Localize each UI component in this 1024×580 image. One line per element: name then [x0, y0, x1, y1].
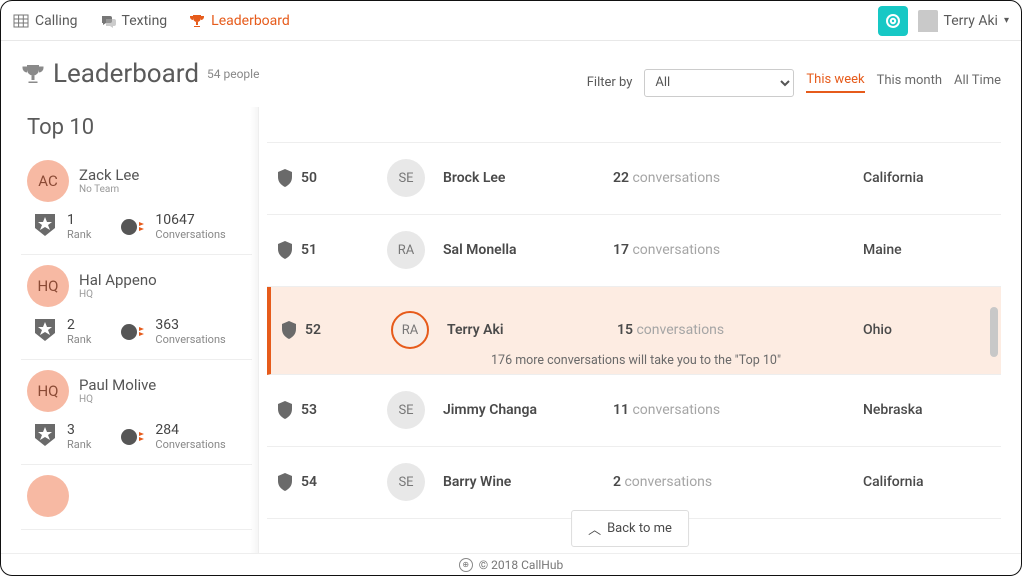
row-location: Nebraska: [863, 402, 983, 418]
chevron-down-icon: ▾: [1004, 15, 1009, 26]
footer: ⊕ © 2018 CallHub: [1, 553, 1021, 575]
row-location: California: [863, 170, 983, 186]
list-row[interactable]: 52 RA Terry Aki 15 conversations Ohio 17…: [267, 287, 1001, 375]
trophy-icon: [21, 62, 45, 86]
rank-cell: 52: [281, 321, 391, 339]
back-label: Back to me: [607, 521, 672, 536]
conversation-icon: [119, 320, 147, 344]
top10-card[interactable]: HQ Hal Appeno HQ 2Rank 363Conversations: [21, 255, 252, 360]
rank-badge-icon: [31, 317, 59, 347]
row-conversations: 15 conversations: [617, 322, 863, 338]
nav-calling[interactable]: Calling: [13, 13, 78, 29]
shield-icon: [277, 169, 293, 187]
nav-leaderboard[interactable]: Leaderboard: [189, 13, 290, 29]
leaderboard-list: 50 SE Brock Lee 22 conversations Califor…: [259, 107, 1001, 554]
avatar: HQ: [27, 370, 69, 412]
nav-calling-label: Calling: [35, 13, 78, 29]
row-conversations: 17 conversations: [613, 242, 863, 258]
topbar-right: Terry Aki ▾: [878, 6, 1009, 36]
row-location: Maine: [863, 242, 983, 258]
top10-team: HQ: [79, 394, 156, 405]
user-menu[interactable]: Terry Aki ▾: [918, 10, 1009, 32]
header-row: Leaderboard 54 people Filter by All This…: [21, 59, 1001, 97]
globe-icon: ⊕: [459, 558, 473, 572]
rank-cell: 51: [277, 241, 387, 259]
main-panels: Top 10 AC Zack Lee No Team 1Rank 10647Co…: [21, 107, 1001, 554]
row-name: Brock Lee: [443, 170, 613, 186]
people-count: 54 people: [207, 67, 259, 81]
list-row[interactable]: 50 SE Brock Lee 22 conversations Califor…: [267, 143, 1001, 215]
top10-team: No Team: [79, 184, 139, 195]
avatar: [27, 475, 69, 517]
row-name: Barry Wine: [443, 474, 613, 490]
shield-icon: [281, 321, 297, 339]
top10-card[interactable]: [21, 465, 252, 530]
avatar: AC: [27, 160, 69, 202]
conversation-icon: [119, 215, 147, 239]
list-row[interactable]: 53 SE Jimmy Changa 11 conversations Nebr…: [267, 375, 1001, 447]
nav-texting[interactable]: Texting: [100, 13, 168, 29]
shield-icon: [277, 241, 293, 259]
nav-texting-label: Texting: [122, 13, 168, 29]
top-nav: Calling Texting Leaderboard: [13, 13, 290, 29]
row-location: Ohio: [863, 322, 983, 338]
row-name: Sal Monella: [443, 242, 613, 258]
timefilter-all[interactable]: All Time: [954, 73, 1001, 92]
row-conversations: 22 conversations: [613, 170, 863, 186]
top10-sidebar: Top 10 AC Zack Lee No Team 1Rank 10647Co…: [21, 107, 259, 554]
nav-leaderboard-label: Leaderboard: [211, 13, 290, 29]
help-button[interactable]: [878, 6, 908, 36]
top10-name: Hal Appeno: [79, 271, 157, 289]
trophy-icon: [189, 13, 205, 29]
avatar: RA: [387, 231, 425, 269]
top10-card[interactable]: AC Zack Lee No Team 1Rank 10647Conversat…: [21, 150, 252, 255]
avatar: HQ: [27, 265, 69, 307]
row-conversations: 11 conversations: [613, 402, 863, 418]
grid-icon: [13, 13, 29, 29]
top10-name: Paul Molive: [79, 376, 156, 394]
rank-badge-icon: [31, 422, 59, 452]
top10-name: Zack Lee: [79, 166, 139, 184]
shield-icon: [277, 401, 293, 419]
footer-text: © 2018 CallHub: [479, 558, 563, 572]
rank-cell: 50: [277, 169, 387, 187]
row-conversations: 2 conversations: [613, 474, 863, 490]
conversation-icon: [119, 425, 147, 449]
avatar-icon: [918, 10, 938, 32]
avatar: SE: [387, 391, 425, 429]
top10-title: Top 10: [27, 115, 252, 140]
rank-cell: 53: [277, 401, 387, 419]
avatar: SE: [387, 463, 425, 501]
shield-icon: [277, 473, 293, 491]
lifesaver-icon: [885, 13, 901, 29]
top10-team: HQ: [79, 289, 157, 300]
user-name: Terry Aki: [944, 13, 998, 29]
filter-select[interactable]: All: [644, 69, 794, 97]
chat-icon: [100, 13, 116, 29]
chevron-up-icon: ︿: [588, 519, 601, 538]
page-title: Leaderboard: [53, 59, 199, 89]
list-row[interactable]: 54 SE Barry Wine 2 conversations Califor…: [267, 447, 1001, 519]
list-row[interactable]: 51 RA Sal Monella 17 conversations Maine: [267, 215, 1001, 287]
back-to-me-button[interactable]: ︿ Back to me: [571, 510, 689, 547]
scrollbar-thumb[interactable]: [990, 307, 998, 357]
page-title-group: Leaderboard 54 people: [21, 59, 259, 89]
top10-card[interactable]: HQ Paul Molive HQ 3Rank 284Conversations: [21, 360, 252, 465]
rank-cell: 54: [277, 473, 387, 491]
list-row-peek: [267, 107, 1001, 143]
row-name: Terry Aki: [447, 322, 617, 338]
rank-badge-icon: [31, 212, 59, 242]
row-tip: 176 more conversations will take you to …: [271, 353, 1001, 368]
timefilter-month[interactable]: This month: [877, 73, 942, 92]
row-name: Jimmy Changa: [443, 402, 613, 418]
content: Leaderboard 54 people Filter by All This…: [1, 41, 1021, 553]
topbar: Calling Texting Leaderboard Terry: [1, 1, 1021, 41]
row-location: California: [863, 474, 983, 490]
avatar: RA: [391, 311, 429, 349]
avatar: SE: [387, 159, 425, 197]
filter-area: Filter by All This week This month All T…: [587, 69, 1001, 97]
filter-label: Filter by: [587, 75, 633, 90]
timefilter-week[interactable]: This week: [806, 72, 864, 93]
